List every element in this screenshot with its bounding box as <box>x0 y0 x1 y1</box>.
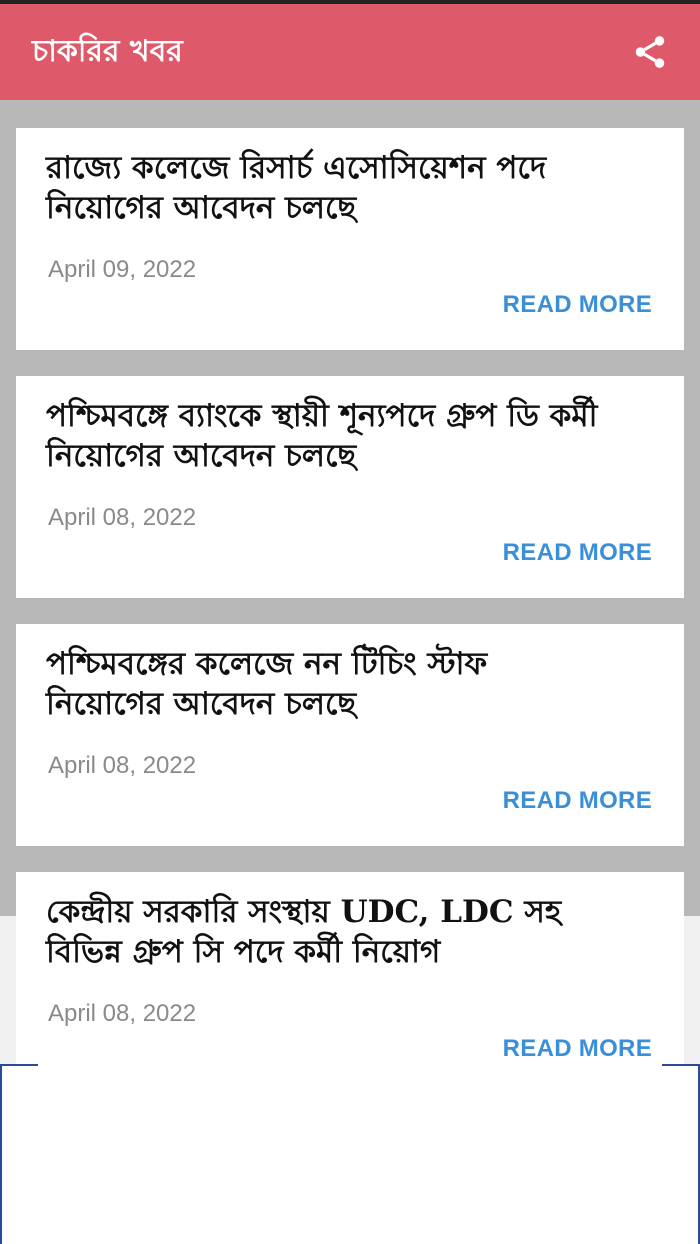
read-more-link[interactable]: READ MORE <box>503 291 652 319</box>
ad-banner[interactable] <box>0 1064 700 1244</box>
post-card[interactable]: পশ্চিমবঙ্গের কলেজে নন টিচিং স্টাফ নিয়োগ… <box>16 624 684 846</box>
ad-border-left-top <box>0 1064 38 1066</box>
post-title[interactable]: পশ্চিমবঙ্গের কলেজে নন টিচিং স্টাফ নিয়োগ… <box>46 644 606 724</box>
post-date: April 08, 2022 <box>48 752 197 779</box>
post-date: April 08, 2022 <box>48 1000 197 1027</box>
read-more-link[interactable]: READ MORE <box>503 1035 652 1063</box>
post-date: April 08, 2022 <box>48 504 197 531</box>
read-more-link[interactable]: READ MORE <box>503 539 652 567</box>
post-title[interactable]: কেন্দ্রীয় সরকারি সংস্থায় UDC, LDC সহ ব… <box>46 892 606 972</box>
post-card[interactable]: পশ্চিমবঙ্গে ব্যাংকে স্থায়ী শূন্যপদে গ্র… <box>16 376 684 598</box>
app-title: চাকরির খবর <box>32 33 183 69</box>
read-more-link[interactable]: READ MORE <box>503 787 652 815</box>
post-date: April 09, 2022 <box>48 256 197 283</box>
post-card[interactable]: রাজ্যে কলেজে রিসার্চ এসোসিয়েশন পদে নিয়… <box>16 128 684 350</box>
post-title[interactable]: রাজ্যে কলেজে রিসার্চ এসোসিয়েশন পদে নিয়… <box>46 148 606 228</box>
ad-border-left <box>0 1064 2 1244</box>
post-title[interactable]: পশ্চিমবঙ্গে ব্যাংকে স্থায়ী শূন্যপদে গ্র… <box>46 396 606 476</box>
ad-border-right-top <box>662 1064 700 1066</box>
app-bar: চাকরির খবর <box>0 4 700 100</box>
share-icon <box>635 36 665 68</box>
share-button[interactable] <box>628 30 672 74</box>
post-card[interactable]: কেন্দ্রীয় সরকারি সংস্থায় UDC, LDC সহ ব… <box>16 872 684 1094</box>
